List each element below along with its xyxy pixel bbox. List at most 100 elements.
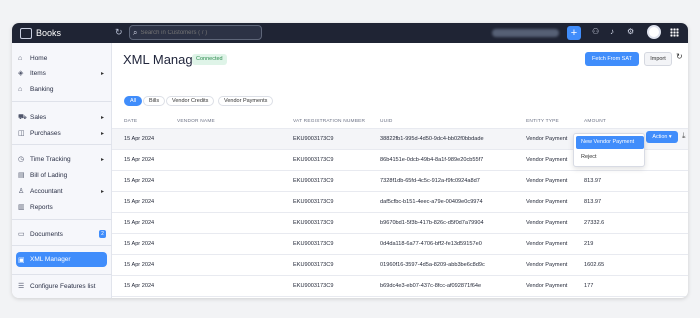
chevron-right-icon: ▸ (100, 130, 104, 137)
table-cell: 15 Apr 2024 (124, 262, 155, 268)
table-cell: 38822fb1-995d-4d50-9dc4-bb02f0bbdade (380, 136, 484, 142)
filter-bills[interactable]: Bills (143, 96, 166, 106)
table-cell: 219 (584, 241, 594, 247)
menu-item-new-vendor-payment[interactable]: New Vendor Payment (576, 136, 644, 149)
table-cell: 813.97 (584, 199, 602, 205)
table-row[interactable]: 15 Apr 2024 EKU9003173C9 daf5cfbc-b151-4ee… (112, 191, 688, 212)
column-header[interactable]: DATE (124, 119, 137, 124)
banking-icon: ⌂ (18, 85, 23, 93)
table-row[interactable]: 15 Apr 2024 EKU9003173C9 7328f1db-65fd-4c5… (112, 170, 688, 191)
search-icon: ⌕ (133, 27, 138, 37)
column-header[interactable]: VAT REGISTRATION NUMBER (293, 119, 365, 124)
folder-icon: ▭ (18, 231, 25, 238)
filter-all[interactable]: All (124, 96, 143, 106)
table-cell: EKU9003173C9 (293, 178, 334, 184)
divider (12, 144, 112, 145)
filter-vendor-credits[interactable]: Vendor Credits (166, 96, 215, 106)
documents-count-badge: 2 (99, 230, 106, 238)
sidebar-item-configure-features[interactable]: ☰ Configure Features list (18, 279, 106, 293)
action-menu: New Vendor Payment Reject (573, 133, 645, 167)
refresh-icon[interactable]: ↻ (676, 52, 687, 66)
table-cell: 7328f1db-65fd-4c5c-912a-f9fc0924a8d7 (380, 178, 480, 184)
app-name: Books (36, 28, 62, 38)
bag-icon: ◫ (18, 130, 25, 137)
divider (12, 245, 112, 246)
sidebar-item-purchases[interactable]: ◫ Purchases ▸ (18, 126, 106, 140)
download-icon[interactable]: ⤓ (682, 131, 688, 143)
chevron-right-icon: ▸ (100, 70, 104, 77)
sidebar-item-xml-manager[interactable]: ▣ XML Manager (16, 252, 107, 267)
books-logo-icon (20, 27, 32, 39)
table-cell: 15 Apr 2024 (124, 220, 155, 226)
sidebar-item-items[interactable]: ◈ Items ▸ (18, 66, 106, 80)
table-row[interactable]: 15 Apr 2024 EKU9003173C9 01960f16-3597-4d5… (112, 254, 688, 275)
column-header[interactable]: UUID (380, 119, 393, 124)
table-cell: b9670bd1-5f3b-417b-826c-d5f0d7a79904 (380, 220, 484, 226)
sidebar-item-accountant[interactable]: ♙ Accountant ▸ (18, 184, 106, 198)
divider (12, 101, 112, 102)
sidebar-item-documents[interactable]: ▭ Documents 2 (18, 227, 106, 241)
divider (12, 219, 112, 220)
table-row[interactable]: 15 Apr 2024EKU9003173C9c275667c-f0fc-4cc… (112, 296, 688, 298)
document-icon: ▤ (18, 172, 25, 179)
column-header[interactable]: AMOUNT (584, 119, 606, 124)
table-cell: EKU9003173C9 (293, 220, 334, 226)
table-cell: Vendor Payment (526, 178, 568, 184)
sidebar-item-time-tracking[interactable]: ◷ Time Tracking ▸ (18, 152, 106, 166)
filter-vendor-payments[interactable]: Vendor Payments (218, 96, 274, 106)
bell-icon[interactable]: ♪ (610, 27, 614, 36)
table-cell: 15 Apr 2024 (124, 136, 155, 142)
table-cell: 01960f16-3597-4d5a-8209-abb3be6c8d9c (380, 262, 485, 268)
table-cell: 15 Apr 2024 (124, 283, 155, 289)
table-cell: EKU9003173C9 (293, 283, 334, 289)
table-cell: daf5cfbc-b151-4eec-a79e-00409e0c9974 (380, 199, 483, 205)
column-header[interactable]: ENTITY TYPE (526, 119, 559, 124)
action-dropdown-button[interactable]: Action ▾ (646, 131, 678, 143)
sidebar-item-sales[interactable]: ⛟ Sales ▸ (18, 110, 106, 124)
table-cell: Vendor Payment (526, 262, 568, 268)
sidebar-item-home[interactable]: ⌂ Home (18, 51, 106, 65)
xml-icon: ▣ (18, 256, 25, 264)
import-button[interactable]: Import (644, 52, 672, 66)
search-bar[interactable]: ⌕ (129, 25, 262, 40)
app-brand[interactable]: Books (20, 26, 110, 40)
chevron-right-icon: ▸ (100, 188, 104, 195)
table-cell: Vendor Payment (526, 136, 568, 142)
menu-item-reject[interactable]: Reject (576, 151, 644, 164)
table-header: DATE VENDOR NAME VAT REGISTRATION NUMBER… (112, 116, 688, 128)
column-header[interactable]: VENDOR NAME (177, 119, 215, 124)
table-row[interactable]: 15 Apr 2024 EKU9003173C9 b9670bd1-5f3b-417… (112, 212, 688, 233)
divider (12, 274, 112, 275)
quick-create-button[interactable]: + (567, 26, 581, 40)
fetch-from-sat-button[interactable]: Fetch From SAT (585, 52, 639, 66)
table-cell: 27332.6 (584, 220, 605, 226)
table-cell: 15 Apr 2024 (124, 241, 155, 247)
recent-activity-icon[interactable]: ↻ (115, 27, 123, 38)
table-cell: EKU9003173C9 (293, 241, 334, 247)
chevron-right-icon: ▸ (100, 114, 104, 121)
table-cell: 177 (584, 283, 594, 289)
avatar[interactable] (647, 25, 661, 39)
table-cell: 15 Apr 2024 (124, 178, 155, 184)
table-cell: EKU9003173C9 (293, 157, 334, 163)
apps-grid-icon[interactable] (670, 28, 679, 37)
table-cell: 1602.65 (584, 262, 605, 268)
main-content: XML Manager Connected Fetch From SAT Imp… (112, 43, 688, 298)
sidebar: ⌂ Home ◈ Items ▸ ⌂ Banking ⛟ Sales ▸ ◫ Purchase… (12, 43, 112, 298)
refer-icon[interactable]: ⚇ (592, 27, 599, 36)
search-input[interactable] (140, 29, 251, 36)
user-icon: ♙ (18, 188, 25, 195)
sidebar-item-banking[interactable]: ⌂ Banking (18, 82, 106, 96)
table-cell: 813.97 (584, 178, 602, 184)
gear-icon[interactable]: ⚙ (627, 27, 634, 36)
table-cell: Vendor Payment (526, 199, 568, 205)
org-name-blurred[interactable] (492, 29, 559, 37)
sidebar-item-reports[interactable]: ▥ Reports (18, 200, 106, 214)
table-row[interactable]: 15 Apr 2024 EKU9003173C9 b69dc4e3-eb07-437… (112, 275, 688, 296)
table-cell: Vendor Payment (526, 157, 568, 163)
table-cell: 0d4da118-6a77-4706-bff2-fe13d59157e0 (380, 241, 482, 247)
table-cell: Vendor Payment (526, 241, 568, 247)
table-row[interactable]: 15 Apr 2024 EKU9003173C9 0d4da118-6a77-470… (112, 233, 688, 254)
sidebar-item-bill-of-lading[interactable]: ▤ Bill of Lading (18, 168, 106, 182)
table-cell: Vendor Payment (526, 283, 568, 289)
